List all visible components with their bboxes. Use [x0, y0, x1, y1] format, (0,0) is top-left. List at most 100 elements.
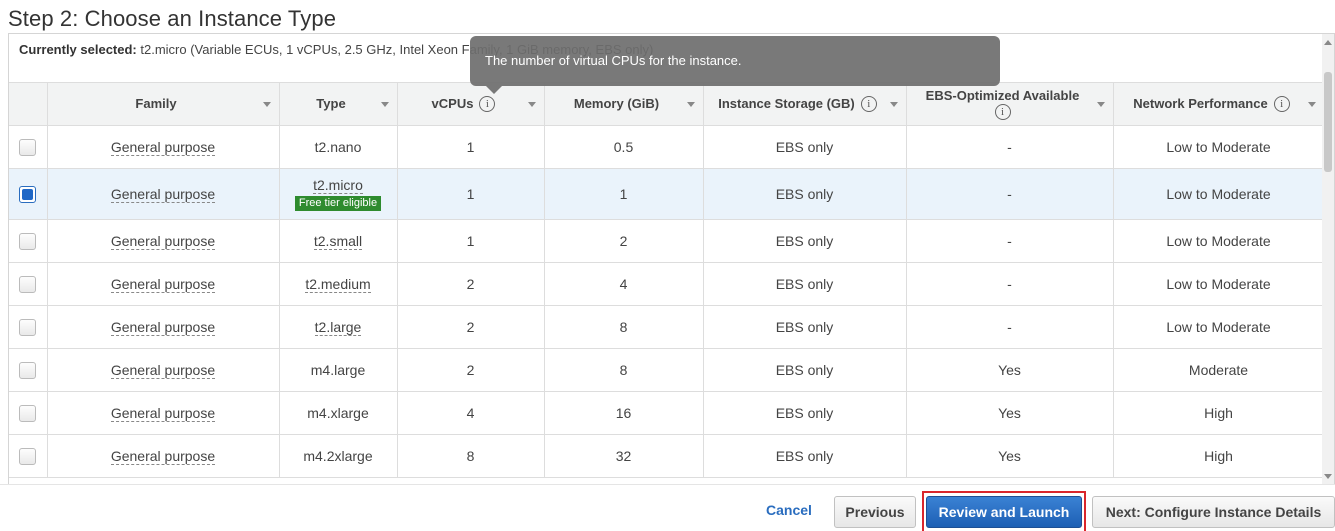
type-cell: m4.2xlarge: [279, 434, 398, 478]
storage-cell: EBS only: [703, 262, 907, 306]
table-row[interactable]: General purpose m4.2xlarge 8 32 EBS only…: [9, 434, 1324, 478]
storage-cell: EBS only: [703, 348, 907, 392]
type-cell: t2.micro Free tier eligible: [279, 168, 398, 220]
network-cell: Low to Moderate: [1113, 219, 1324, 263]
network-cell: High: [1113, 391, 1324, 435]
family-link[interactable]: General purpose: [110, 276, 216, 293]
family-link[interactable]: General purpose: [110, 186, 216, 203]
type-cell: t2.large: [279, 305, 398, 349]
sort-down-icon[interactable]: [1307, 102, 1316, 107]
network-column-header[interactable]: Network Performance i: [1113, 82, 1324, 126]
select-cell[interactable]: [9, 391, 48, 435]
vcpus-header-label: vCPUs: [431, 95, 474, 111]
info-icon[interactable]: i: [994, 104, 1011, 121]
row-checkbox[interactable]: [19, 318, 37, 336]
family-cell: General purpose: [47, 434, 280, 478]
ebs-cell: -: [906, 305, 1114, 349]
table-row[interactable]: General purpose t2.micro Free tier eligib…: [9, 168, 1324, 220]
sort-down-icon[interactable]: [1096, 102, 1105, 107]
type-link[interactable]: t2.micro: [313, 177, 363, 194]
sort-down-icon[interactable]: [527, 102, 536, 107]
storage-column-header[interactable]: Instance Storage (GB) i: [703, 82, 907, 126]
family-link[interactable]: General purpose: [110, 448, 216, 465]
memory-cell: 4: [544, 262, 704, 306]
vcpus-tooltip: The number of virtual CPUs for the insta…: [470, 36, 1000, 94]
row-checkbox[interactable]: [19, 138, 37, 156]
scroll-up-icon[interactable]: [1324, 40, 1332, 45]
ebs-cell: Yes: [906, 348, 1114, 392]
family-cell: General purpose: [47, 391, 280, 435]
type-link[interactable]: t2.large: [314, 319, 362, 336]
info-icon[interactable]: i: [860, 96, 877, 113]
vcpus-cell: 8: [397, 434, 545, 478]
vcpus-cell: 2: [397, 348, 545, 392]
row-checkbox[interactable]: [19, 447, 37, 465]
row-checkbox[interactable]: [19, 361, 37, 379]
family-link[interactable]: General purpose: [110, 362, 216, 379]
select-cell[interactable]: [9, 219, 48, 263]
review-and-launch-button[interactable]: Review and Launch: [926, 496, 1082, 528]
family-link[interactable]: General purpose: [110, 405, 216, 422]
memory-cell: 16: [544, 391, 704, 435]
type-cell: t2.small: [279, 219, 398, 263]
row-checkbox[interactable]: [19, 185, 37, 203]
select-cell[interactable]: [9, 434, 48, 478]
sort-down-icon[interactable]: [262, 102, 271, 107]
memory-cell: 8: [544, 305, 704, 349]
currently-selected-label: Currently selected:: [19, 42, 137, 57]
type-link[interactable]: t2.medium: [305, 276, 371, 293]
type-link[interactable]: t2.small: [313, 233, 363, 250]
memory-cell: 8: [544, 348, 704, 392]
select-column-header: [9, 82, 48, 126]
sort-down-icon[interactable]: [686, 102, 695, 107]
family-header-label: Family: [135, 96, 177, 111]
table-row[interactable]: General purpose m4.xlarge 4 16 EBS only …: [9, 391, 1324, 435]
storage-cell: EBS only: [703, 219, 907, 263]
family-link[interactable]: General purpose: [110, 139, 216, 156]
memory-cell: 1: [544, 168, 704, 220]
vertical-scrollbar[interactable]: [1322, 34, 1334, 484]
vcpus-cell: 2: [397, 262, 545, 306]
table-row[interactable]: General purpose t2.nano 1 0.5 EBS only -…: [9, 125, 1324, 169]
table-row[interactable]: General purpose t2.medium 2 4 EBS only -…: [9, 262, 1324, 306]
table-row[interactable]: General purpose t2.large 2 8 EBS only - …: [9, 305, 1324, 349]
family-link[interactable]: General purpose: [110, 233, 216, 250]
select-cell[interactable]: [9, 125, 48, 169]
ebs-cell: -: [906, 125, 1114, 169]
info-icon[interactable]: i: [479, 96, 496, 113]
table-row[interactable]: General purpose m4.large 2 8 EBS only Ye…: [9, 348, 1324, 392]
scroll-down-icon[interactable]: [1324, 474, 1332, 479]
type-link[interactable]: m4.xlarge: [307, 405, 368, 421]
instance-types-table: Family Type vCPUs i Memory (GiB) Instance…: [9, 82, 1324, 478]
info-icon[interactable]: i: [1273, 96, 1290, 113]
select-cell[interactable]: [9, 262, 48, 306]
family-cell: General purpose: [47, 125, 280, 169]
sort-down-icon[interactable]: [380, 102, 389, 107]
select-cell[interactable]: [9, 305, 48, 349]
family-link[interactable]: General purpose: [110, 319, 216, 336]
next-configure-button[interactable]: Next: Configure Instance Details: [1092, 496, 1335, 528]
ebs-column-header[interactable]: EBS-Optimized Available i: [906, 82, 1114, 126]
select-cell[interactable]: [9, 348, 48, 392]
scrollbar-thumb[interactable]: [1324, 72, 1332, 172]
table-row[interactable]: General purpose t2.small 1 2 EBS only - …: [9, 219, 1324, 263]
storage-cell: EBS only: [703, 391, 907, 435]
sort-down-icon[interactable]: [889, 102, 898, 107]
row-checkbox[interactable]: [19, 404, 37, 422]
row-checkbox[interactable]: [19, 232, 37, 250]
vcpus-column-header[interactable]: vCPUs i: [397, 82, 545, 126]
select-cell[interactable]: [9, 168, 48, 220]
memory-column-header[interactable]: Memory (GiB): [544, 82, 704, 126]
wizard-footer: Cancel Previous Review and Launch Next: …: [0, 484, 1335, 531]
previous-button[interactable]: Previous: [834, 496, 916, 528]
row-checkbox[interactable]: [19, 275, 37, 293]
family-column-header[interactable]: Family: [47, 82, 280, 126]
cancel-button[interactable]: Cancel: [766, 502, 812, 518]
type-column-header[interactable]: Type: [279, 82, 398, 126]
type-link[interactable]: m4.large: [311, 362, 365, 378]
storage-cell: EBS only: [703, 168, 907, 220]
family-cell: General purpose: [47, 348, 280, 392]
type-link[interactable]: m4.2xlarge: [303, 448, 372, 464]
ebs-cell: Yes: [906, 391, 1114, 435]
type-link[interactable]: t2.nano: [315, 139, 362, 155]
